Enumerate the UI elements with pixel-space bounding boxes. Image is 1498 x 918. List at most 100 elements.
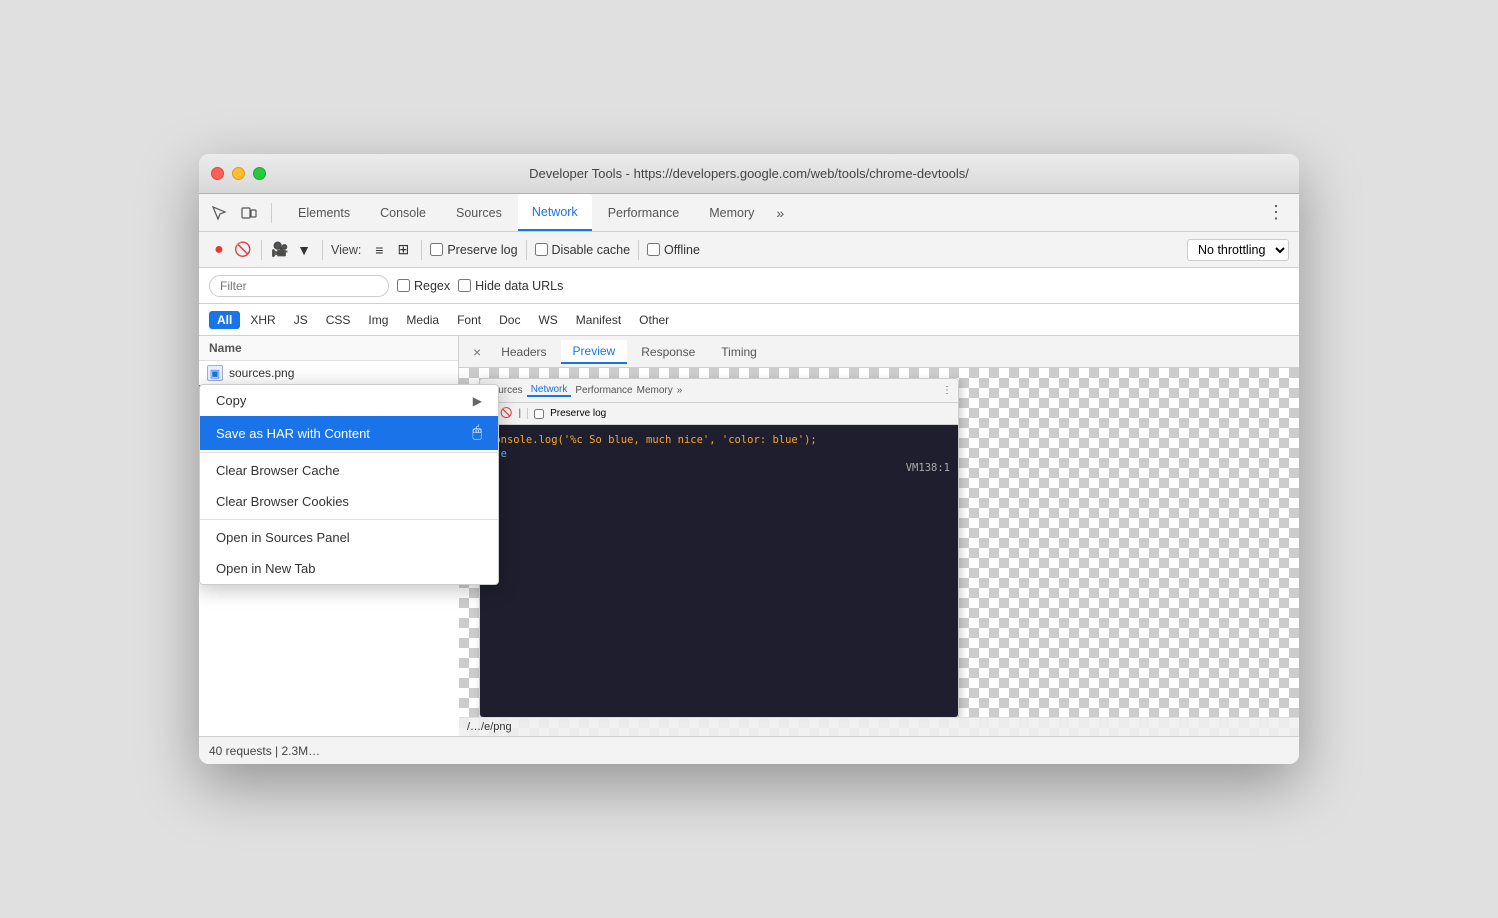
tab-elements[interactable]: Elements [284, 194, 364, 231]
tab-performance[interactable]: Performance [594, 194, 694, 231]
preview-tab-response[interactable]: Response [629, 341, 707, 363]
filter-icon[interactable]: ▼ [294, 240, 314, 260]
window-title: Developer Tools - https://developers.goo… [529, 166, 969, 181]
filter-type-font[interactable]: Font [449, 311, 489, 329]
inspect-icon[interactable] [207, 203, 231, 223]
preview-tab-timing[interactable]: Timing [709, 341, 769, 363]
status-text: 40 requests | 2.3M… [209, 744, 320, 758]
filter-type-css[interactable]: CSS [318, 311, 359, 329]
code-line-3: VM138:1 [488, 461, 950, 463]
devtools-content: Elements Console Sources Network Perform… [199, 194, 1299, 764]
ctx-open-sources-label: Open in Sources Panel [216, 530, 482, 545]
main-area: Name ▣ sources.png ▣ console.png ▣ eleme… [199, 336, 1299, 736]
preserve-log-group[interactable]: Preserve log [430, 243, 517, 257]
preview-tab-bar: × Headers Preview Response Timing [459, 336, 1299, 368]
disable-cache-checkbox[interactable] [535, 243, 548, 256]
hide-data-urls-checkbox[interactable] [458, 279, 471, 292]
hide-data-urls-group[interactable]: Hide data URLs [458, 279, 563, 293]
filter-type-img[interactable]: Img [360, 311, 396, 329]
tab-console[interactable]: Console [366, 194, 440, 231]
offline-label: Offline [664, 243, 700, 257]
minimize-button[interactable] [232, 167, 245, 180]
maximize-button[interactable] [253, 167, 266, 180]
preserve-log-checkbox[interactable] [430, 243, 443, 256]
tab-network[interactable]: Network [518, 194, 592, 231]
tab-toolbar-icons [207, 203, 272, 223]
code-line-2: < e [488, 447, 950, 461]
offline-group[interactable]: Offline [647, 243, 700, 257]
toolbar-divider-5 [638, 240, 639, 260]
ctx-clear-cache[interactable]: Clear Browser Cache [200, 455, 498, 486]
throttle-select[interactable]: No throttling [1187, 239, 1289, 261]
filter-type-doc[interactable]: Doc [491, 311, 528, 329]
ctx-save-har-label: Save as HAR with Content [216, 426, 472, 441]
file-list-header: Name [199, 336, 458, 361]
ctx-clear-cookies[interactable]: Clear Browser Cookies [200, 486, 498, 517]
list-view-icon[interactable]: ≡ [369, 240, 389, 260]
ctx-save-har[interactable]: Save as HAR with Content 🖱 [200, 416, 498, 450]
preserve-log-label: Preserve log [447, 243, 517, 257]
tab-memory[interactable]: Memory [695, 194, 768, 231]
ctx-open-new-tab[interactable]: Open in New Tab [200, 553, 498, 584]
filter-type-media[interactable]: Media [398, 311, 447, 329]
code-line-1: console.log('%c So blue, much nice', 'co… [488, 433, 950, 447]
filter-type-xhr[interactable]: XHR [242, 311, 283, 329]
more-tabs-button[interactable]: » [770, 201, 790, 225]
ctx-copy-label: Copy [216, 393, 473, 408]
context-menu: Copy ▶ Save as HAR with Content 🖱 Clear … [199, 384, 499, 585]
ctx-cursor: 🖱 [472, 424, 482, 442]
offline-checkbox[interactable] [647, 243, 660, 256]
disable-cache-label: Disable cache [552, 243, 631, 257]
toolbar-divider-1 [261, 240, 262, 260]
network-toolbar: ● 🚫 🎥 ▼ View: ≡ ⊞ Preserve log Disable c… [199, 232, 1299, 268]
disable-cache-group[interactable]: Disable cache [535, 243, 631, 257]
close-button[interactable] [211, 167, 224, 180]
ctx-open-sources[interactable]: Open in Sources Panel [200, 522, 498, 553]
device-mode-icon[interactable] [237, 203, 261, 223]
stop-icon[interactable]: 🚫 [233, 240, 253, 260]
preview-tab-preview[interactable]: Preview [561, 340, 628, 364]
ctx-copy-arrow: ▶ [473, 394, 482, 408]
filter-types-bar: All XHR JS CSS Img Media Font Doc WS Man… [199, 304, 1299, 336]
ctx-clear-cache-label: Clear Browser Cache [216, 463, 482, 478]
toolbar-divider-3 [421, 240, 422, 260]
img-icon: ▣ [207, 365, 223, 381]
ctx-open-new-tab-label: Open in New Tab [216, 561, 482, 576]
file-name: sources.png [229, 366, 294, 380]
preview-url-bar: /…/e/png [459, 717, 1299, 736]
preview-tab-headers[interactable]: Headers [489, 341, 558, 363]
ctx-divider-2 [200, 519, 498, 520]
filter-type-other[interactable]: Other [631, 311, 677, 329]
inner-devtools-screenshot: Sources Network Performance Memory » ⋮ ●… [479, 378, 959, 718]
traffic-lights [211, 167, 266, 180]
ctx-copy[interactable]: Copy ▶ [200, 385, 498, 416]
tab-bar: Elements Console Sources Network Perform… [199, 194, 1299, 232]
regex-checkbox[interactable] [397, 279, 410, 292]
toolbar-divider-2 [322, 240, 323, 260]
filter-type-all[interactable]: All [209, 311, 240, 329]
preview-url-text: /…/e/png [467, 721, 512, 733]
filter-type-js[interactable]: JS [286, 311, 316, 329]
tab-sources[interactable]: Sources [442, 194, 516, 231]
toolbar-divider-4 [526, 240, 527, 260]
filter-type-ws[interactable]: WS [530, 311, 565, 329]
status-bar: 40 requests | 2.3M… [199, 736, 1299, 764]
regex-group[interactable]: Regex [397, 279, 450, 293]
inner-preserve-log-label: Preserve log [550, 408, 606, 419]
filter-bar: Regex Hide data URLs [199, 268, 1299, 304]
devtools-menu-button[interactable]: ⋮ [1261, 200, 1291, 225]
preview-pane: × Headers Preview Response Timing Source… [459, 336, 1299, 736]
record-button[interactable]: ● [209, 240, 229, 260]
tree-view-icon[interactable]: ⊞ [393, 240, 413, 260]
hide-data-urls-label: Hide data URLs [475, 279, 563, 293]
ctx-divider-1 [200, 452, 498, 453]
regex-label: Regex [414, 279, 450, 293]
filter-type-manifest[interactable]: Manifest [568, 311, 629, 329]
filter-input[interactable] [209, 275, 389, 297]
title-bar: Developer Tools - https://developers.goo… [199, 154, 1299, 194]
file-item-sources-png[interactable]: ▣ sources.png [199, 361, 458, 385]
camera-icon[interactable]: 🎥 [270, 240, 290, 260]
devtools-window: Developer Tools - https://developers.goo… [199, 154, 1299, 764]
view-label: View: [331, 243, 361, 257]
preview-close-button[interactable]: × [467, 342, 487, 362]
